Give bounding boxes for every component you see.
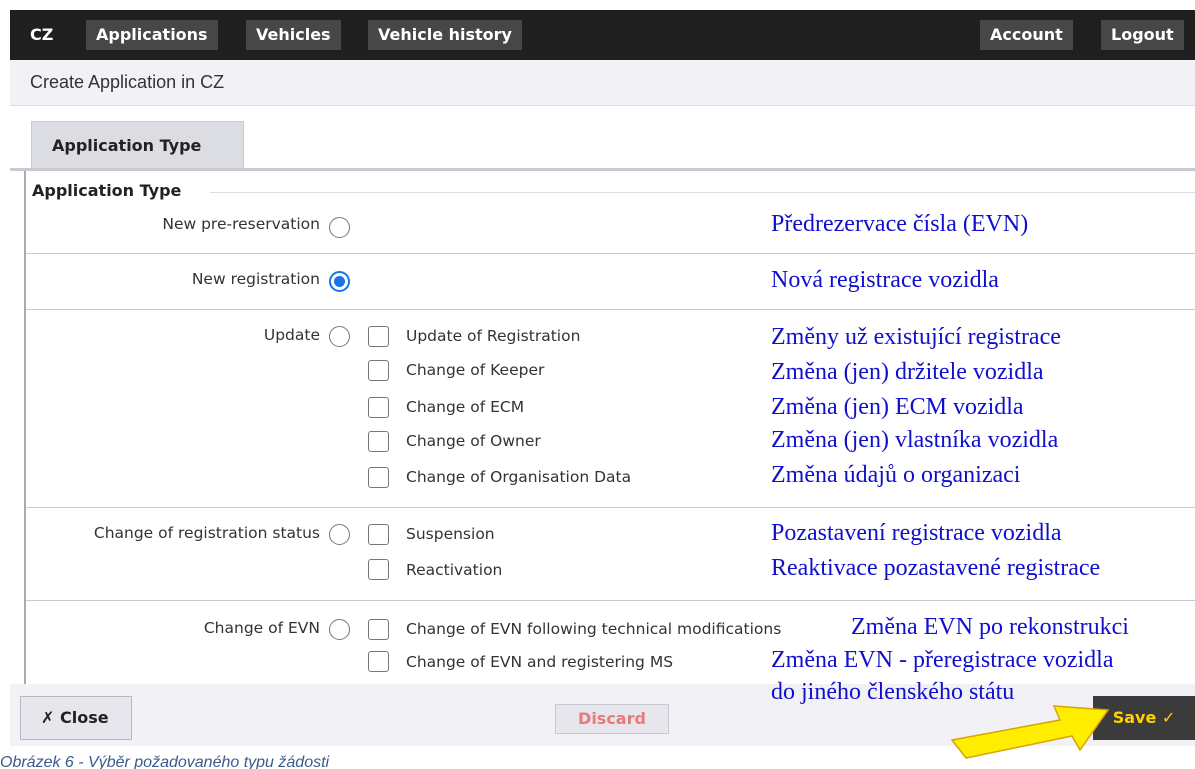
reactivation-checkbox[interactable]: [368, 559, 389, 580]
figure-caption: Obrázek 6 - Výběr požadovaného typu žádo…: [0, 754, 330, 769]
nav-applications[interactable]: Applications: [86, 20, 218, 50]
page-title: Create Application in CZ: [30, 72, 225, 92]
note-change-of-keeper: Změna (jen) držitele vozidla: [771, 359, 1044, 385]
new-pre-reservation-label: New pre-reservation: [162, 215, 320, 233]
tab-label: Application Type: [52, 136, 202, 155]
note-suspension: Pozastavení registrace vozidla: [771, 520, 1062, 546]
registration-status-label: Change of registration status: [93, 524, 320, 542]
new-registration-label: New registration: [191, 270, 320, 288]
nav-vehicle-history[interactable]: Vehicle history: [368, 20, 522, 50]
note-pre-reservation: Předrezervace čísla (EVN): [771, 211, 1029, 237]
row-separator: [26, 253, 1195, 254]
change-of-organisation-data-checkbox[interactable]: [368, 467, 389, 488]
change-of-owner-checkbox[interactable]: [368, 431, 389, 452]
update-label: Update: [263, 326, 320, 344]
evn-registering-ms-label: Change of EVN and registering MS: [406, 653, 674, 671]
change-of-ecm-checkbox[interactable]: [368, 397, 389, 418]
note-evn-technical: Změna EVN po rekonstrukci: [851, 614, 1129, 640]
suspension-checkbox[interactable]: [368, 524, 389, 545]
note-new-registration: Nová registrace vozidla: [771, 267, 999, 293]
page-header: Create Application in CZ: [10, 60, 1195, 106]
change-of-organisation-data-label: Change of Organisation Data: [406, 468, 632, 486]
registration-status-radio[interactable]: [329, 524, 350, 545]
close-button[interactable]: ✗ Close: [20, 696, 132, 740]
note-change-of-owner: Změna (jen) vlastníka vozidla: [771, 427, 1059, 453]
reactivation-label: Reactivation: [406, 561, 503, 579]
change-of-evn-radio[interactable]: [329, 619, 350, 640]
new-pre-reservation-radio[interactable]: [329, 217, 350, 238]
update-of-registration-checkbox[interactable]: [368, 326, 389, 347]
nav-country[interactable]: CZ: [20, 20, 65, 50]
nav-vehicles[interactable]: Vehicles: [246, 20, 341, 50]
form-legend: Application Type: [32, 181, 188, 200]
logout-button[interactable]: Logout: [1101, 20, 1184, 50]
row-separator: [26, 507, 1195, 508]
change-of-owner-label: Change of Owner: [406, 432, 541, 450]
change-of-evn-label: Change of EVN: [203, 619, 320, 637]
note-reactivation: Reaktivace pozastavené registrace: [771, 555, 1101, 581]
new-registration-radio[interactable]: [329, 271, 350, 292]
evn-registering-ms-checkbox[interactable]: [368, 651, 389, 672]
legend-divider: [210, 192, 1195, 193]
tab-application-type[interactable]: Application Type: [31, 121, 244, 169]
evn-technical-modifications-checkbox[interactable]: [368, 619, 389, 640]
top-nav-bar: CZ Applications Vehicles Vehicle history…: [10, 10, 1195, 60]
change-of-keeper-checkbox[interactable]: [368, 360, 389, 381]
suspension-label: Suspension: [406, 525, 495, 543]
change-of-keeper-label: Change of Keeper: [406, 361, 545, 379]
note-change-of-organisation-data: Změna údajů o organizaci: [771, 462, 1021, 488]
update-of-registration-label: Update of Registration: [406, 327, 581, 345]
discard-button[interactable]: Discard: [555, 704, 669, 734]
row-separator: [26, 600, 1195, 601]
evn-technical-modifications-label: Change of EVN following technical modifi…: [406, 620, 782, 638]
note-evn-registering-ms: Změna EVN - přeregistrace vozidla: [771, 647, 1114, 673]
note-evn-other-state: do jiného členského státu: [771, 679, 1015, 705]
update-radio[interactable]: [329, 326, 350, 347]
row-separator: [26, 309, 1195, 310]
note-update-of-registration: Změny už existující registrace: [771, 324, 1061, 350]
account-button[interactable]: Account: [980, 20, 1073, 50]
change-of-ecm-label: Change of ECM: [406, 398, 525, 416]
note-change-of-ecm: Změna (jen) ECM vozidla: [771, 394, 1024, 420]
